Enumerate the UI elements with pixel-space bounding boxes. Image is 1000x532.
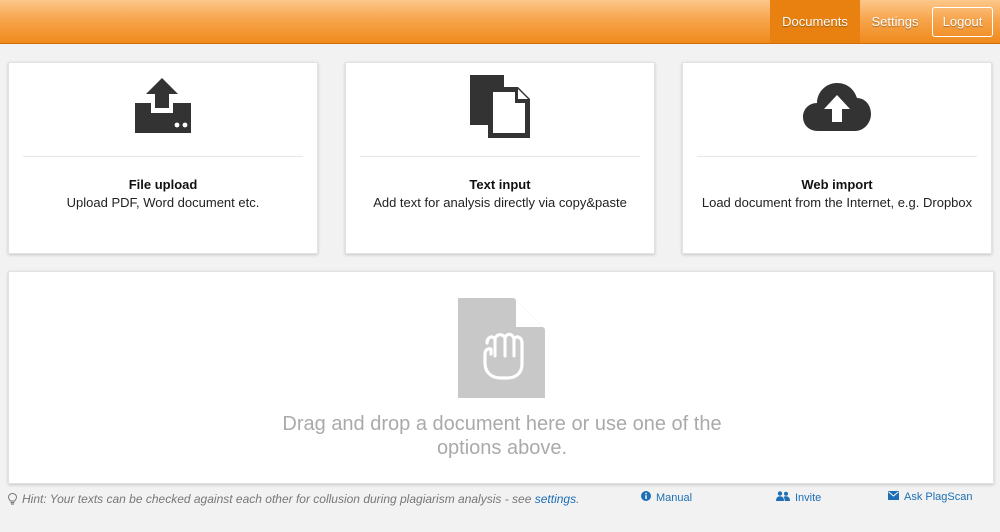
logout-button[interactable]: Logout	[932, 6, 993, 37]
drop-zone-text: Drag and drop a document here or use one…	[282, 413, 722, 459]
web-import-title: Web import	[801, 177, 873, 192]
info-circle-icon	[641, 491, 651, 504]
lightbulb-icon	[7, 492, 18, 510]
upload-icon	[9, 75, 317, 135]
card-divider	[360, 156, 640, 157]
hint-settings-link[interactable]: settings	[535, 492, 576, 506]
text-input-card[interactable]: Text input Add text for analysis directl…	[345, 62, 655, 254]
users-icon	[776, 491, 790, 504]
card-divider	[23, 156, 303, 157]
document-grab-hand-icon	[458, 298, 546, 403]
hint-end: .	[576, 492, 580, 506]
nav-documents[interactable]: Documents	[770, 0, 860, 43]
web-import-card[interactable]: Web import Load document from the Intern…	[682, 62, 992, 254]
file-upload-desc: Upload PDF, Word document etc.	[66, 195, 260, 210]
manual-link[interactable]: Manual	[641, 491, 692, 504]
cloud-upload-icon	[683, 75, 991, 135]
invite-label: Invite	[795, 491, 822, 504]
manual-label: Manual	[656, 491, 693, 504]
ask-plagscan-label: Ask PlagScan	[904, 491, 973, 503]
file-upload-card[interactable]: File upload Upload PDF, Word document et…	[8, 62, 318, 254]
invite-link[interactable]: Invite	[776, 491, 821, 504]
web-import-desc: Load document from the Internet, e.g. Dr…	[701, 195, 973, 210]
ask-plagscan-link[interactable]: Ask PlagScan	[888, 491, 972, 503]
text-input-title: Text input	[469, 177, 531, 192]
nav-settings[interactable]: Settings	[860, 0, 930, 43]
drop-zone[interactable]: Drag and drop a document here or use one…	[8, 271, 994, 484]
envelope-icon	[888, 491, 899, 503]
file-upload-title: File upload	[128, 177, 198, 192]
top-navigation-bar: Documents Settings Logout	[0, 0, 1000, 44]
text-input-desc: Add text for analysis directly via copy&…	[373, 195, 627, 210]
card-divider	[697, 156, 977, 157]
main-nav: Documents Settings Logout	[770, 0, 1000, 43]
copy-documents-icon	[346, 75, 654, 138]
hint-text: Hint: Your texts can be checked against …	[7, 490, 588, 510]
hint-message: Hint: Your texts can be checked against …	[22, 492, 535, 506]
